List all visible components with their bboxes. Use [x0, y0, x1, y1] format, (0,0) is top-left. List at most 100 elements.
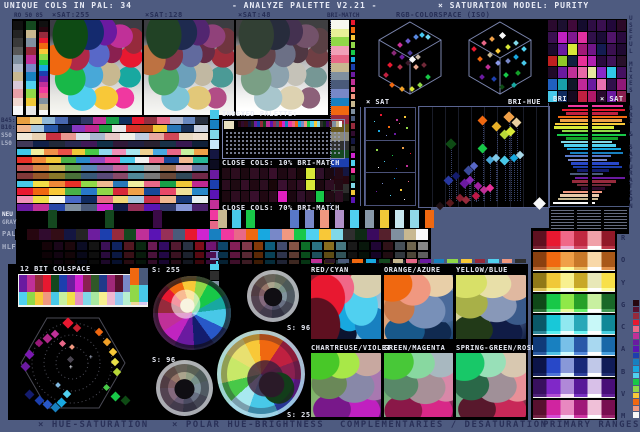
swatch — [44, 148, 58, 156]
comp-panel-red-cyan[interactable] — [311, 275, 381, 339]
bar — [592, 122, 625, 126]
mix-cell — [297, 191, 306, 202]
bar — [592, 169, 609, 172]
data-point — [110, 357, 120, 367]
footer-primary-ranges[interactable]: PRIMARY RANGES — [543, 421, 640, 430]
bar — [565, 112, 588, 115]
data-point — [435, 201, 445, 211]
swatch — [633, 385, 639, 392]
bar-row — [592, 180, 629, 183]
swatch — [57, 124, 72, 132]
map-sat-48[interactable] — [236, 20, 328, 115]
mix-cell — [567, 91, 577, 102]
swatch — [351, 123, 355, 129]
neutral-pair — [246, 210, 255, 228]
neutral-pair — [305, 210, 314, 228]
rgb-colorspace-panel — [352, 19, 548, 103]
neutral-pair — [218, 210, 227, 228]
mix-cell — [557, 67, 567, 79]
useful-mixes-grid[interactable] — [548, 20, 626, 102]
swatch — [169, 117, 183, 124]
swatch — [17, 172, 33, 180]
swatch — [13, 72, 23, 81]
swatch — [51, 275, 59, 292]
swatch — [96, 188, 113, 196]
comp-title-red-cyan: RED/CYAN — [311, 266, 349, 274]
swatch — [63, 229, 76, 240]
swatch — [35, 292, 43, 305]
swatch — [515, 259, 526, 263]
selected-swatch[interactable] — [224, 121, 234, 129]
swatch — [139, 124, 154, 132]
swatch — [48, 140, 65, 148]
footer-polar-hue-brightness[interactable]: × POLAR HUE-BRIGHTNESS — [172, 421, 324, 430]
bar-row — [592, 183, 629, 187]
dot-stem — [496, 161, 497, 201]
swatch — [17, 164, 33, 172]
swatch — [30, 124, 45, 132]
swatch — [392, 259, 404, 263]
bar — [592, 115, 628, 119]
strip-row — [17, 196, 209, 204]
swatch — [61, 156, 76, 164]
footer-complementaries[interactable]: COMPLEMENTARIES / DESATURATION — [340, 421, 548, 430]
neutral-pairs-row — [14, 210, 434, 228]
close-cols-grid[interactable] — [222, 168, 343, 202]
sat-bar-chart — [592, 105, 629, 204]
mix-cell — [325, 179, 334, 191]
sat128-tab[interactable]: ×SAT:128 — [145, 11, 183, 19]
swatch — [13, 21, 23, 30]
neutral-checker — [153, 219, 162, 228]
comp-panel-green-magenta[interactable] — [384, 353, 453, 417]
half-swatch — [406, 242, 417, 250]
neutral-checker — [320, 219, 329, 228]
data-point — [413, 34, 419, 40]
half-swatch — [277, 242, 287, 250]
band-light — [533, 246, 615, 250]
half-swatch — [312, 242, 323, 250]
swatch — [13, 63, 23, 73]
bar-row — [592, 115, 629, 119]
half-swatch — [241, 252, 252, 258]
half-swatch — [265, 260, 276, 264]
swatch — [148, 229, 161, 240]
swatch — [42, 117, 56, 124]
swatch — [167, 124, 181, 132]
footer-hue-saturation[interactable]: × HUE-SATURATION — [38, 421, 149, 430]
swatch — [26, 29, 36, 39]
swatch — [17, 188, 33, 196]
bar-row — [592, 190, 629, 194]
data-point — [489, 36, 495, 42]
swatch — [324, 259, 336, 263]
comp-panel-orange-azure[interactable] — [384, 275, 453, 339]
comp-panel-spring-green-rose[interactable] — [456, 353, 526, 417]
swatch — [447, 259, 458, 263]
map-sat-128[interactable] — [144, 20, 234, 115]
close-cols-10-label: CLOSE COLS: 10% BRI-MATCH — [222, 159, 340, 167]
indexed-palette-strip[interactable] — [235, 121, 342, 127]
data-point — [399, 54, 405, 60]
half-swatch — [194, 242, 205, 250]
sat48-tab[interactable]: ×SAT:48 — [238, 11, 271, 19]
sat255-tab[interactable]: ×SAT:255 — [52, 11, 90, 19]
pal-strip[interactable] — [15, 229, 428, 240]
comp-panel-yellow-blue[interactable] — [456, 275, 526, 339]
half-swatch — [394, 242, 405, 250]
neutral-solid — [105, 210, 114, 219]
swatch — [342, 229, 355, 240]
sat-scatter-label: × SAT — [366, 98, 390, 106]
dot-stem — [516, 126, 518, 201]
bar-row — [551, 105, 588, 108]
comp-panel-chartreuse-violet[interactable] — [311, 353, 381, 417]
data-point — [110, 391, 121, 402]
palette-slot-grid[interactable] — [225, 131, 341, 155]
data-point — [399, 123, 400, 124]
swatch — [26, 72, 36, 81]
saturation-model-toggle[interactable]: × SATURATION MODEL: PURITY — [438, 1, 589, 10]
mix-cell — [325, 191, 334, 202]
swatch — [93, 117, 107, 124]
map-sat-255[interactable] — [50, 20, 142, 115]
swatch — [633, 300, 639, 306]
mix-cell — [306, 168, 315, 179]
mix-cell — [617, 55, 626, 67]
